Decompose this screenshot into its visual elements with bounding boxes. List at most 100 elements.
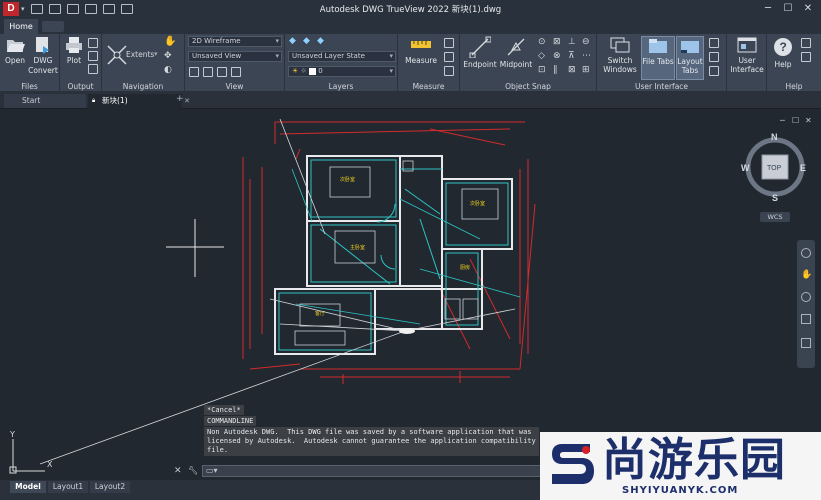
- dwg-convert-icon: [36, 37, 49, 54]
- command-customize-icon[interactable]: 🔧︎: [188, 466, 198, 475]
- communication-center-icon[interactable]: [801, 38, 811, 48]
- layer-state-dropdown[interactable]: Unsaved Layer State: [288, 51, 396, 62]
- viewcube[interactable]: TOP N S E W: [741, 132, 806, 203]
- layer-properties-icon[interactable]: ◆: [289, 36, 296, 46]
- workspace-icon[interactable]: [709, 66, 719, 76]
- orbit-icon[interactable]: ✥: [164, 51, 172, 61]
- tangent-snap-icon[interactable]: ⊖: [582, 37, 590, 47]
- wcs-menu[interactable]: WCS: [760, 212, 790, 222]
- steering-wheel-icon[interactable]: [801, 248, 811, 258]
- snap-settings-icon[interactable]: ⊞: [582, 65, 590, 75]
- node-snap-icon[interactable]: ⊗: [553, 51, 561, 61]
- viewport-minimize-icon[interactable]: ─: [779, 116, 785, 125]
- orbit-nav-icon[interactable]: [801, 314, 811, 324]
- perpendicular-snap-icon[interactable]: ⊥: [568, 37, 576, 47]
- intersection-snap-icon[interactable]: ⊠: [553, 37, 561, 47]
- batch-plot-icon[interactable]: [88, 51, 98, 61]
- midpoint-label: Midpoint: [499, 60, 533, 69]
- measure-button[interactable]: Measure: [402, 36, 440, 65]
- layer-unisolate-icon[interactable]: ◆: [317, 36, 324, 46]
- layout-tabs-button[interactable]: Layout Tabs: [676, 36, 704, 80]
- compass-south[interactable]: S: [772, 193, 778, 203]
- doc-tab-file-label: 新块(1): [102, 96, 128, 105]
- about-icon[interactable]: [801, 52, 811, 62]
- file-tabs-button[interactable]: File Tabs: [641, 36, 675, 80]
- area-icon[interactable]: [444, 52, 454, 62]
- tab-home[interactable]: Home: [4, 19, 38, 34]
- tab-layout2[interactable]: Layout2: [90, 481, 130, 493]
- pan-icon[interactable]: ✋: [801, 270, 812, 280]
- center-snap-icon[interactable]: ⊙: [538, 37, 546, 47]
- new-tab-plus-icon[interactable]: +: [176, 94, 186, 104]
- named-view-dropdown[interactable]: Unsaved View: [188, 51, 282, 62]
- layout-tabs-label: Layout Tabs: [677, 57, 703, 75]
- quadrant-snap-icon[interactable]: ◇: [538, 51, 545, 61]
- doc-tab-lock-icon: 🔒︎: [92, 97, 96, 104]
- parallel-snap-icon[interactable]: ∥: [553, 65, 558, 75]
- extents-zoom-icon[interactable]: [106, 44, 128, 66]
- open-button[interactable]: Open: [3, 36, 27, 65]
- user-interface-panel-label: User Interface: [634, 82, 689, 91]
- zoom-extents-icon[interactable]: [801, 292, 811, 302]
- save-icon[interactable]: [120, 4, 133, 14]
- dwg-convert-button[interactable]: DWG Convert: [28, 36, 58, 76]
- viewport-config-icon[interactable]: [189, 67, 199, 77]
- publish-icon[interactable]: [88, 64, 98, 74]
- nearest-snap-icon[interactable]: ⊼: [568, 51, 575, 61]
- named-views-icon[interactable]: [231, 67, 241, 77]
- user-interface-icon: [737, 37, 757, 53]
- panel-layers: ◆ ◆ ◆ Unsaved Layer State ☀ ☼ 0 Layers: [285, 34, 398, 92]
- showmotion-nav-icon[interactable]: [801, 338, 811, 348]
- open-file-icon[interactable]: [30, 4, 43, 14]
- compass-west[interactable]: W: [741, 163, 750, 173]
- page-setup-icon[interactable]: [88, 38, 98, 48]
- doc-tab-start[interactable]: Start: [4, 94, 86, 108]
- pan-hand-icon[interactable]: ✋: [164, 36, 176, 47]
- switch-windows-button[interactable]: Switch Windows: [601, 36, 639, 74]
- close-button[interactable]: ✕: [800, 2, 816, 16]
- watermark-s-logo: [552, 444, 594, 484]
- print-preview-icon[interactable]: [84, 4, 97, 14]
- layer-isolate-icon[interactable]: ◆: [303, 36, 310, 46]
- apparent-snap-icon[interactable]: ⊠: [568, 65, 576, 75]
- panel-user-interface-2: User Interface: [727, 34, 767, 92]
- command-close-icon[interactable]: ✕: [174, 466, 182, 476]
- toolbars-icon[interactable]: [709, 38, 719, 48]
- ribbon-minimize-toggle[interactable]: [42, 21, 64, 32]
- doc-tab-file[interactable]: 🔒︎ 新块(1) ✕: [88, 94, 190, 109]
- maximize-button[interactable]: ☐: [780, 2, 796, 16]
- insertion-snap-icon[interactable]: ⊡: [538, 65, 546, 75]
- midpoint-snap-button[interactable]: Midpoint: [498, 36, 534, 69]
- viewport-close-icon[interactable]: ✕: [805, 116, 812, 125]
- user-interface-button[interactable]: User Interface: [729, 36, 765, 74]
- id-point-icon[interactable]: [444, 38, 454, 48]
- batch-plot-icon[interactable]: [102, 4, 115, 14]
- showmotion-icon[interactable]: ◐: [164, 65, 172, 75]
- convert-file-icon[interactable]: [48, 4, 61, 14]
- command-prompt-icon[interactable]: ▭▾: [206, 466, 218, 475]
- extents-dropdown-icon[interactable]: ▾: [154, 50, 158, 58]
- restore-view-icon[interactable]: [217, 67, 227, 77]
- plot-button[interactable]: Plot: [63, 36, 85, 65]
- quick-access-dropdown-icon[interactable]: ▾: [21, 5, 25, 13]
- print-icon[interactable]: [66, 4, 79, 14]
- palettes-icon[interactable]: [709, 52, 719, 62]
- selected-block-marker[interactable]: [399, 328, 415, 334]
- compass-east[interactable]: E: [800, 163, 806, 173]
- viewport-restore-icon[interactable]: ☐: [792, 116, 799, 125]
- tab-model[interactable]: Model: [10, 481, 46, 493]
- layer-color-swatch: [309, 67, 317, 75]
- endpoint-snap-button[interactable]: Endpoint: [462, 36, 498, 69]
- view-manager-icon[interactable]: [203, 67, 213, 77]
- visual-style-dropdown[interactable]: 2D Wireframe: [188, 36, 282, 47]
- compass-north[interactable]: N: [771, 132, 778, 142]
- region-icon[interactable]: [444, 66, 454, 76]
- extension-snap-icon[interactable]: ⋯: [582, 51, 591, 61]
- current-layer-dropdown[interactable]: ☀ ☼ 0: [288, 66, 396, 77]
- minimize-button[interactable]: ─: [760, 2, 776, 16]
- watermark-url-text: SHYIYUANYK.COM: [622, 485, 739, 496]
- help-button[interactable]: ? Help: [769, 36, 797, 69]
- app-logo-icon[interactable]: D: [3, 2, 19, 16]
- tab-layout1[interactable]: Layout1: [48, 481, 88, 493]
- extents-label[interactable]: Extents: [126, 50, 154, 59]
